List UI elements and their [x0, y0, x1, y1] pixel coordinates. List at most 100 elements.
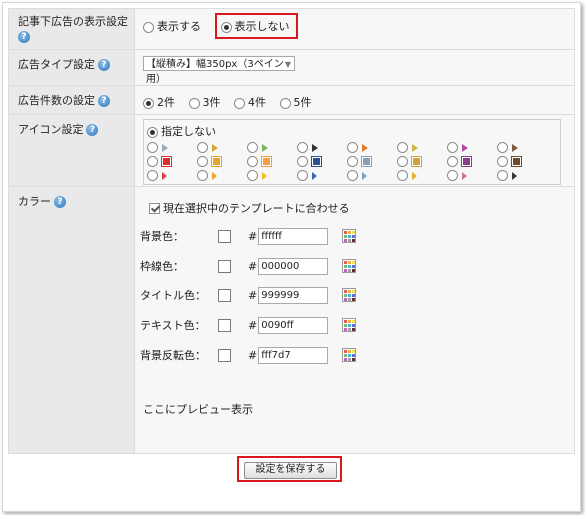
radio-count-4[interactable]: 4件: [234, 94, 266, 110]
color-swatch[interactable]: [218, 318, 231, 332]
icon-option[interactable]: [147, 170, 197, 181]
match-template-option[interactable]: 現在選択中のテンプレートに合わせる: [149, 200, 350, 216]
color-swatch[interactable]: [218, 259, 231, 273]
icon-options-box: 指定しない: [143, 119, 561, 185]
radio-button[interactable]: [147, 142, 158, 153]
palette-icon[interactable]: [342, 318, 357, 332]
radio-button[interactable]: [347, 142, 358, 153]
radio-hide[interactable]: 表示しない: [220, 18, 290, 34]
icon-option[interactable]: [397, 142, 447, 153]
palette-icon[interactable]: [342, 348, 357, 362]
color-swatch[interactable]: [218, 288, 231, 302]
icon-option[interactable]: [397, 170, 447, 181]
radio-button[interactable]: [197, 170, 208, 181]
radio-button[interactable]: [447, 156, 458, 167]
radio-button[interactable]: [497, 170, 508, 181]
arrow-icon: [412, 143, 418, 152]
radio-button[interactable]: [297, 170, 308, 181]
radio-count-5[interactable]: 5件: [279, 94, 312, 110]
color-swatch[interactable]: [218, 348, 231, 362]
radio-button[interactable]: [397, 142, 408, 153]
icon-option[interactable]: [197, 170, 247, 181]
icon-option[interactable]: [247, 142, 297, 153]
arrow-icon: [212, 143, 218, 152]
icon-option[interactable]: [197, 142, 247, 153]
icon-option[interactable]: [447, 156, 497, 167]
icon-option[interactable]: [397, 156, 447, 167]
help-icon[interactable]: ?: [98, 95, 110, 107]
icon-option[interactable]: [347, 156, 397, 167]
border-color-input[interactable]: 000000: [258, 257, 329, 275]
arrow-icon: [262, 143, 268, 152]
help-icon[interactable]: ?: [98, 59, 110, 71]
radio-button[interactable]: [297, 142, 308, 153]
icon-option[interactable]: [297, 170, 347, 181]
radio-icon-none[interactable]: 指定しない: [147, 123, 216, 139]
save-settings-button[interactable]: 設定を保存する: [244, 462, 337, 479]
highlight-box: 表示しない: [214, 13, 298, 39]
radio-button[interactable]: [247, 156, 258, 167]
icon-option[interactable]: [497, 170, 547, 181]
icon-option[interactable]: [447, 142, 497, 153]
background-color-input[interactable]: ffffff: [258, 227, 329, 245]
icon-option[interactable]: [147, 156, 197, 167]
help-icon[interactable]: ?: [54, 196, 66, 208]
radio-button[interactable]: [347, 170, 358, 181]
triangle-icon: [362, 171, 367, 180]
icon-option[interactable]: [497, 156, 547, 167]
triangle-icon: [212, 171, 217, 180]
radio-button-selected[interactable]: [220, 21, 232, 33]
color-label: カラー: [18, 195, 51, 208]
radio-button[interactable]: [147, 170, 158, 181]
radio-button[interactable]: [397, 156, 408, 167]
icon-option[interactable]: [147, 142, 197, 153]
help-icon[interactable]: ?: [18, 31, 30, 43]
icon-option[interactable]: [247, 156, 297, 167]
triangle-icon: [412, 171, 417, 180]
radio-button-selected[interactable]: [147, 126, 158, 138]
ad-type-select[interactable]: 【縦積み】幅350px（3ペイン用） ▼: [143, 56, 295, 85]
color-row-background: 背景色： # ffffff: [140, 227, 357, 245]
triangle-icon: [162, 171, 167, 180]
radio-button[interactable]: [247, 142, 258, 153]
help-icon[interactable]: ?: [86, 124, 99, 136]
radio-button[interactable]: [197, 142, 208, 153]
radio-button[interactable]: [347, 156, 358, 167]
icon-option[interactable]: [197, 156, 247, 167]
text-color-input[interactable]: 0090ff: [258, 316, 329, 334]
radio-button[interactable]: [197, 156, 208, 167]
icon-option[interactable]: [347, 142, 397, 153]
radio-button[interactable]: [279, 97, 291, 109]
color-swatch[interactable]: [218, 229, 231, 243]
radio-show[interactable]: 表示する: [143, 18, 201, 34]
match-template-checkbox[interactable]: [149, 202, 160, 214]
radio-button[interactable]: [497, 142, 508, 153]
radio-button[interactable]: [497, 156, 508, 167]
palette-icon[interactable]: [342, 288, 357, 302]
radio-button[interactable]: [234, 97, 245, 109]
palette-icon[interactable]: [342, 229, 357, 243]
radio-button[interactable]: [247, 170, 258, 181]
color-row-text: テキスト色： # 0090ff: [140, 316, 357, 334]
radio-button[interactable]: [447, 142, 458, 153]
radio-button[interactable]: [447, 170, 458, 181]
radio-button[interactable]: [143, 21, 154, 33]
icon-option[interactable]: [347, 170, 397, 181]
triangle-icon: [262, 171, 267, 180]
color-row-title: タイトル色： # 999999: [140, 286, 357, 304]
icon-option[interactable]: [297, 142, 347, 153]
radio-button[interactable]: [147, 156, 158, 167]
radio-button[interactable]: [297, 156, 308, 167]
palette-icon[interactable]: [342, 259, 357, 273]
radio-button[interactable]: [188, 97, 200, 109]
icon-option[interactable]: [497, 142, 547, 153]
title-color-input[interactable]: 999999: [258, 286, 329, 304]
icon-option[interactable]: [447, 170, 497, 181]
radio-count-2[interactable]: 2件: [143, 94, 175, 110]
radio-count-3[interactable]: 3件: [188, 94, 221, 110]
icon-option[interactable]: [247, 170, 297, 181]
inverse-background-color-input[interactable]: fff7d7: [258, 346, 329, 364]
icon-option[interactable]: [297, 156, 347, 167]
radio-button-selected[interactable]: [143, 97, 154, 109]
radio-button[interactable]: [397, 170, 408, 181]
